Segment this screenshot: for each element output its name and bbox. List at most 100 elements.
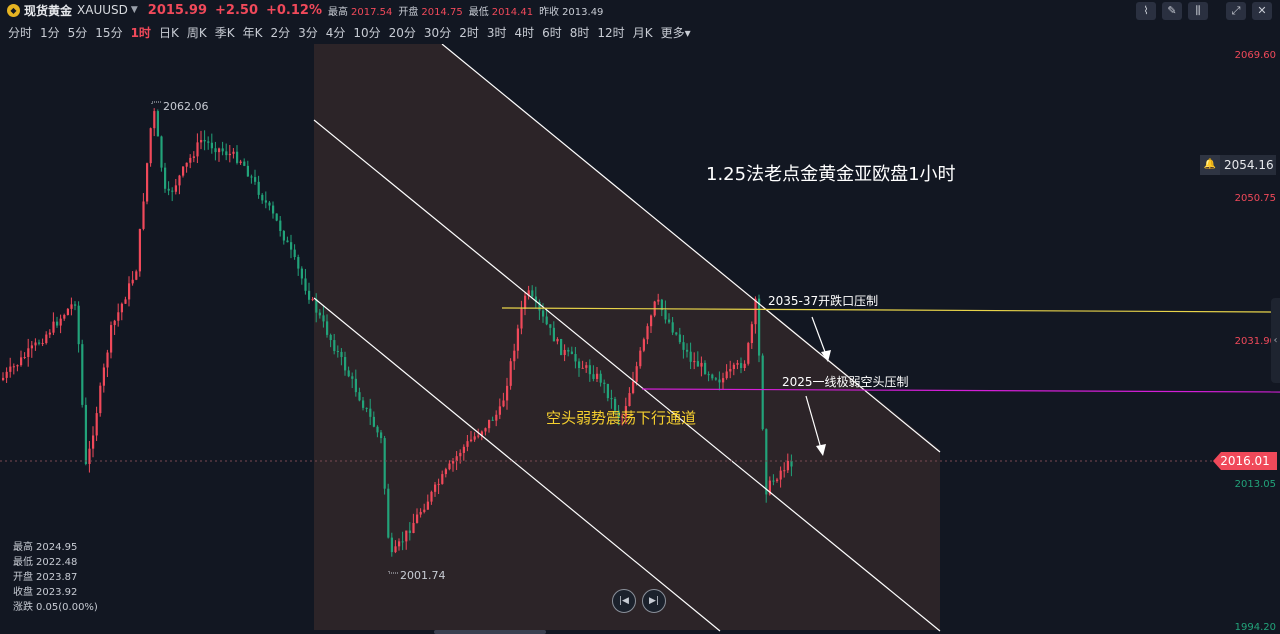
candle-body (27, 348, 30, 358)
period-tab[interactable]: 6时 (542, 24, 562, 41)
period-tab[interactable]: 1分 (40, 24, 60, 41)
price-axis-label: 2069.60 (1235, 50, 1276, 61)
candle-body (606, 383, 609, 399)
candle-body (351, 376, 354, 379)
candle-body (398, 541, 401, 547)
current-price-tag: 2016.01 (1213, 452, 1277, 470)
bell-icon[interactable]: 🔔 (1200, 155, 1220, 175)
symbol-name[interactable]: 现货黄金 (24, 2, 72, 19)
header-stat-value: 2014.75 (421, 6, 463, 18)
period-tab[interactable]: 20分 (389, 24, 416, 41)
period-tab[interactable]: 4时 (514, 24, 534, 41)
horizontal-scrollbar[interactable] (434, 630, 546, 634)
draw-icon[interactable]: ✎ (1162, 2, 1182, 20)
candlestick-chart[interactable]: 2062.06 2001.74 1.25法老点金黄金亚欧盘1小时 2035-37… (0, 44, 1280, 634)
period-tab[interactable]: 周K (187, 24, 207, 41)
channel-label: 空头弱势震荡下行通道 (546, 409, 696, 427)
ohlc-row: 收盘 2023.92 (13, 585, 101, 600)
symbol-dropdown-icon[interactable]: ▼ (131, 5, 138, 15)
period-tab[interactable]: 月K (633, 24, 653, 41)
ohlc-row: 涨跌 0.05(0.00%) (13, 600, 101, 615)
candle-body (207, 141, 210, 143)
candle-body (210, 142, 213, 149)
price-change: +2.50 (215, 2, 258, 18)
candle-body (38, 342, 41, 344)
symbol-code[interactable]: XAUUSD (77, 3, 128, 17)
candle-body (16, 365, 19, 367)
candle-body (714, 378, 717, 380)
candle-body (113, 320, 116, 326)
period-tab[interactable]: 4分 (326, 24, 346, 41)
candle-body (704, 362, 707, 375)
header-stat-value: 2013.49 (562, 6, 604, 18)
period-tab[interactable]: 15分 (95, 24, 122, 41)
period-tab[interactable]: 1时 (131, 24, 151, 41)
period-tab[interactable]: 3分 (298, 24, 318, 41)
candle-body (473, 436, 476, 440)
period-tab[interactable]: 2时 (459, 24, 479, 41)
candle-type-icon[interactable]: ⫼ (1188, 2, 1208, 20)
indicator-icon[interactable]: ⌇ (1136, 2, 1156, 20)
candle-body (394, 546, 397, 553)
candle-body (63, 315, 66, 319)
candle-body (387, 488, 390, 538)
ohlc-row: 开盘 2023.87 (13, 570, 101, 585)
high-marker (151, 101, 162, 104)
candle-body (196, 142, 199, 157)
header-stat-value: 2017.54 (350, 6, 393, 18)
close-icon[interactable]: ✕ (1252, 2, 1272, 20)
candle-body (772, 480, 775, 482)
ohlc-value: 2022.48 (36, 557, 78, 568)
period-tab[interactable]: 5分 (68, 24, 88, 41)
candle-body (347, 370, 350, 377)
candle-body (178, 175, 181, 186)
candle-body (326, 321, 329, 335)
candle-body (146, 163, 149, 202)
candle-body (686, 349, 689, 352)
prev-page-icon[interactable]: |◀ (612, 589, 636, 613)
ohlc-row: 最高 2024.95 (13, 540, 101, 555)
candle-body (340, 351, 343, 358)
period-tabs: 分时 1分 5分 15分 1时 日K 周K 季K 年K 2分 3分 4分 10分 20分 30分 2时 3时 4时… (0, 22, 691, 42)
candle-body (740, 363, 743, 369)
price-axis-label: 2031.90 (1235, 336, 1276, 347)
panel-toggle-handle[interactable]: ‹ (1271, 298, 1280, 383)
period-tab[interactable]: 10分 (353, 24, 380, 41)
ohlc-row: 最低 2022.48 (13, 555, 101, 570)
candle-body (552, 327, 555, 342)
candle-body (300, 268, 303, 279)
period-tab[interactable]: 30分 (424, 24, 451, 41)
candle-body (628, 393, 631, 407)
period-tab[interactable]: 季K (215, 24, 235, 41)
period-tab[interactable]: 年K (243, 24, 263, 41)
candle-body (498, 406, 501, 415)
period-tab[interactable]: 3时 (487, 24, 507, 41)
period-tab[interactable]: 分时 (8, 24, 32, 41)
candle-body (110, 325, 113, 353)
candle-body (596, 373, 599, 379)
candle-body (426, 501, 429, 510)
period-tab[interactable]: 12时 (597, 24, 624, 41)
candle-body (74, 304, 77, 306)
period-tab[interactable]: 2分 (270, 24, 290, 41)
period-tab[interactable]: 更多▾ (661, 24, 691, 41)
gold-logo-icon: ◆ (7, 3, 20, 17)
fullscreen-icon[interactable]: ⤢ (1226, 2, 1246, 20)
candle-body (516, 328, 519, 351)
candle-body (556, 339, 559, 342)
price-alert[interactable]: 🔔 2054.16 (1200, 155, 1276, 175)
candle-body (758, 298, 761, 356)
candle-body (70, 304, 73, 309)
period-tab[interactable]: 日K (159, 24, 179, 41)
period-tab[interactable]: 8时 (570, 24, 590, 41)
candle-body (200, 139, 203, 143)
candle-body (455, 456, 458, 462)
candle-body (250, 176, 253, 178)
candle-body (117, 312, 120, 321)
alert-price: 2054.16 (1220, 155, 1276, 175)
candle-body (747, 343, 750, 364)
candle-body (48, 332, 51, 335)
next-page-icon[interactable]: ▶| (642, 589, 666, 613)
candle-body (279, 220, 282, 232)
candle-body (736, 363, 739, 365)
